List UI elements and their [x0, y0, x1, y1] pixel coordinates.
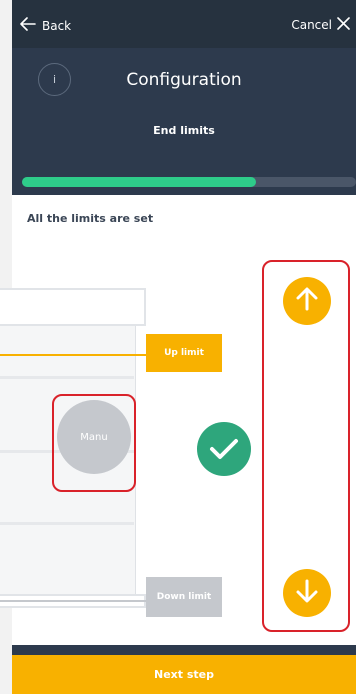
shutter-slat — [0, 522, 134, 525]
cancel-button[interactable]: Cancel — [291, 17, 350, 33]
down-limit-label: Down limit — [146, 577, 222, 617]
up-limit-label: Up limit — [146, 334, 222, 372]
up-limit-line — [0, 354, 146, 356]
move-up-button[interactable] — [283, 277, 331, 325]
shutter-top-box — [0, 288, 146, 326]
step-subtitle: End limits — [153, 124, 215, 137]
manual-button[interactable]: Manu — [57, 400, 131, 474]
shutter-slat — [0, 376, 134, 379]
back-label: Back — [42, 18, 72, 33]
close-icon — [337, 17, 350, 33]
back-button[interactable]: Back — [20, 17, 71, 34]
card-heading: All the limits are set — [27, 212, 154, 225]
cancel-label: Cancel — [291, 18, 332, 32]
arrow-left-icon — [20, 17, 36, 34]
progress-bar — [22, 177, 356, 187]
page-title: Configuration — [126, 70, 242, 90]
next-step-button[interactable]: Next step — [12, 655, 356, 694]
move-down-button[interactable] — [283, 569, 331, 617]
down-limit-line — [0, 600, 146, 602]
progress-fill — [22, 177, 256, 187]
arrow-down-icon — [294, 578, 320, 608]
arrow-up-icon — [294, 286, 320, 316]
top-nav-bar: Back Cancel — [12, 0, 356, 48]
check-icon — [197, 422, 251, 476]
